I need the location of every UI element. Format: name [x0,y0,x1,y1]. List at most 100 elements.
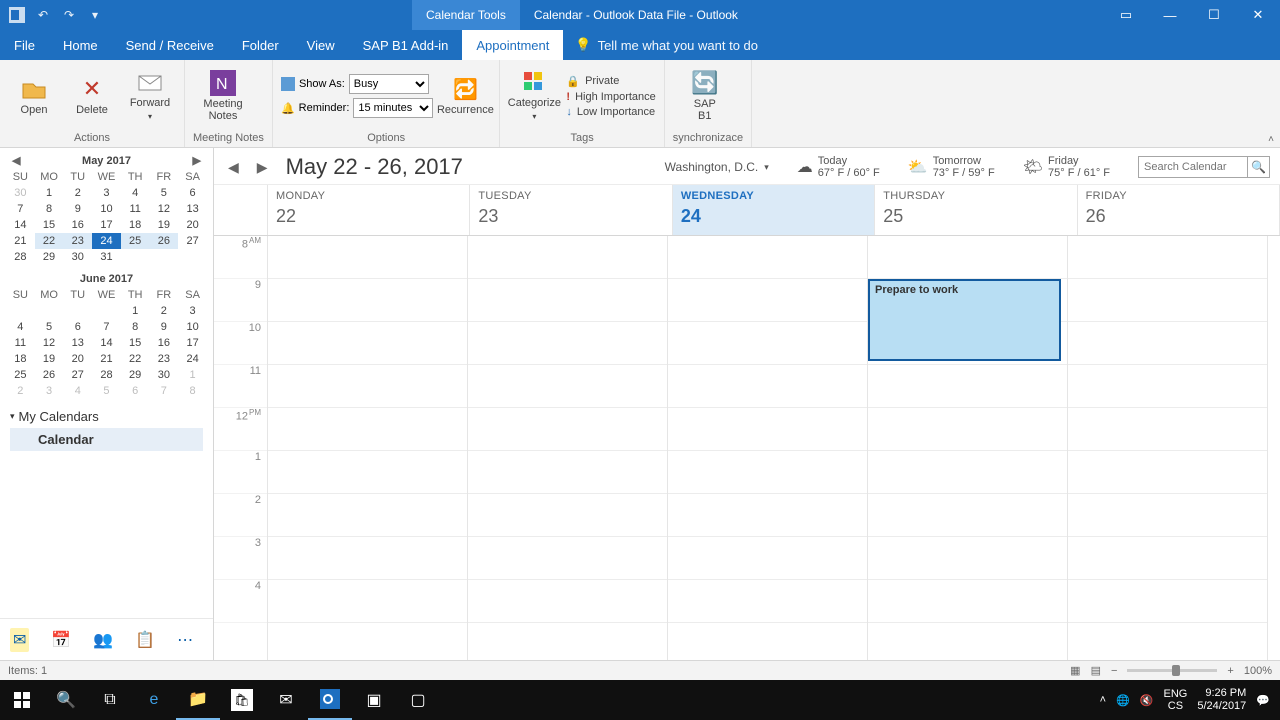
zoom-in-icon[interactable]: + [1227,665,1233,677]
mini-cal-day[interactable]: 15 [121,335,150,351]
redo-icon[interactable]: ↷ [60,6,78,24]
mini-cal-day[interactable]: 17 [178,335,207,351]
mail-app-icon[interactable]: ✉ [264,680,308,720]
mini-cal-day[interactable]: 7 [6,201,35,217]
appointment-block[interactable]: Prepare to work [868,279,1061,361]
mini-cal-day[interactable]: 18 [121,217,150,233]
mini-cal-day[interactable]: 30 [6,185,35,201]
mini-cal-day[interactable] [35,303,64,319]
open-button[interactable]: Open [8,76,60,116]
meeting-notes-button[interactable]: N Meeting Notes [193,70,253,122]
vertical-scrollbar[interactable] [1268,236,1280,660]
weather-friday[interactable]: 🌤 Friday75° F / 61° F [1023,155,1110,179]
next-month-icon[interactable]: ▶ [193,154,201,167]
mini-cal-day[interactable]: 14 [92,335,121,351]
day-column[interactable] [268,236,468,660]
tab-folder[interactable]: Folder [228,30,293,60]
mini-cal-day[interactable]: 11 [6,335,35,351]
weather-tomorrow[interactable]: ⛅ Tomorrow73° F / 59° F [908,155,995,179]
tab-file[interactable]: File [0,30,49,60]
mini-cal-day[interactable]: 28 [92,367,121,383]
calendar-nav-icon[interactable]: 📅 [51,630,71,650]
minimize-icon[interactable]: — [1148,0,1192,30]
mini-cal-day[interactable]: 27 [178,233,207,249]
mini-cal-day[interactable]: 6 [63,319,92,335]
day-header[interactable]: THURSDAY25 [875,185,1077,235]
mini-cal-day[interactable]: 23 [63,233,92,249]
my-calendars-toggle[interactable]: ▾My Calendars [10,409,203,424]
mini-cal-day[interactable]: 22 [121,351,150,367]
mini-cal-day[interactable]: 19 [150,217,179,233]
mini-cal-day[interactable] [63,303,92,319]
collapse-ribbon-icon[interactable]: ˄ [1268,134,1274,145]
view-normal-icon[interactable]: ▦ [1070,664,1080,677]
tab-home[interactable]: Home [49,30,112,60]
prev-week-icon[interactable]: ◀ [224,159,243,176]
task-view-icon[interactable]: ⧉ [88,680,132,720]
mini-cal-day[interactable]: 26 [35,367,64,383]
mini-cal-day[interactable]: 30 [63,249,92,265]
mini-cal-day[interactable]: 23 [150,351,179,367]
search-input[interactable] [1138,156,1248,178]
app-icon[interactable]: ▢ [396,680,440,720]
mini-cal-day[interactable] [92,303,121,319]
mini-cal-day[interactable]: 11 [121,201,150,217]
mini-cal-day[interactable]: 22 [35,233,64,249]
network-icon[interactable]: 🌐 [1116,694,1130,707]
mini-cal-day[interactable]: 12 [150,201,179,217]
day-column[interactable] [1068,236,1268,660]
outlook-icon[interactable] [8,6,26,24]
mini-cal-day[interactable] [121,249,150,265]
mini-cal-day[interactable]: 7 [92,319,121,335]
mini-cal-day[interactable]: 10 [178,319,207,335]
outlook-taskbar-icon[interactable] [308,680,352,720]
app-icon[interactable]: ▣ [352,680,396,720]
mini-cal-day[interactable]: 5 [35,319,64,335]
qat-more-icon[interactable]: ▾ [86,6,104,24]
mini-cal-day[interactable]: 4 [6,319,35,335]
mini-cal-day[interactable]: 13 [178,201,207,217]
sap-sync-button[interactable]: 🔄 SAPB1 [673,70,737,122]
mini-cal-day[interactable]: 2 [63,185,92,201]
day-column[interactable] [668,236,868,660]
tab-view[interactable]: View [293,30,349,60]
prev-month-icon[interactable]: ◀ [12,154,20,167]
mini-cal-day[interactable]: 1 [35,185,64,201]
volume-icon[interactable]: 🔇 [1140,694,1154,707]
mini-cal-day[interactable]: 8 [178,383,207,399]
mini-cal-day[interactable]: 29 [121,367,150,383]
mini-cal-day[interactable]: 19 [35,351,64,367]
tab-sap-addin[interactable]: SAP B1 Add-in [349,30,463,60]
zoom-out-icon[interactable]: − [1111,665,1117,677]
mini-cal-day[interactable]: 27 [63,367,92,383]
view-reading-icon[interactable]: ▤ [1091,664,1101,677]
mini-cal-day[interactable]: 16 [150,335,179,351]
day-column[interactable] [468,236,668,660]
mini-cal-day[interactable]: 1 [178,367,207,383]
mini-cal-day[interactable] [6,303,35,319]
recurrence-button[interactable]: 🔁 Recurrence [439,76,491,116]
mini-cal-day[interactable]: 14 [6,217,35,233]
calendar-item[interactable]: Calendar [10,428,203,451]
reminder-select[interactable]: 15 minutes [353,98,433,118]
mini-cal-day[interactable]: 28 [6,249,35,265]
tab-send-receive[interactable]: Send / Receive [112,30,228,60]
tab-appointment[interactable]: Appointment [462,30,563,60]
mini-cal-day[interactable]: 12 [35,335,64,351]
clock[interactable]: 9:26 PM5/24/2017 [1197,687,1246,713]
time-grid[interactable]: 8AM9101112PM1234 Prepare to work [214,236,1280,660]
mini-cal-day[interactable]: 24 [92,233,121,249]
search-icon[interactable]: 🔍 [1248,156,1270,178]
next-week-icon[interactable]: ▶ [253,159,272,176]
mini-cal-day[interactable]: 30 [150,367,179,383]
mini-cal-day[interactable]: 3 [92,185,121,201]
day-header[interactable]: MONDAY22 [268,185,470,235]
store-icon[interactable]: 🛍 [220,680,264,720]
day-header[interactable]: WEDNESDAY24 [673,185,875,235]
forward-button[interactable]: Forward▾ [124,69,176,123]
mini-cal-day[interactable]: 7 [150,383,179,399]
mini-cal-day[interactable]: 21 [92,351,121,367]
tray-up-icon[interactable]: ˄ [1100,694,1106,706]
mini-cal-day[interactable]: 5 [150,185,179,201]
mini-cal-day[interactable]: 25 [121,233,150,249]
